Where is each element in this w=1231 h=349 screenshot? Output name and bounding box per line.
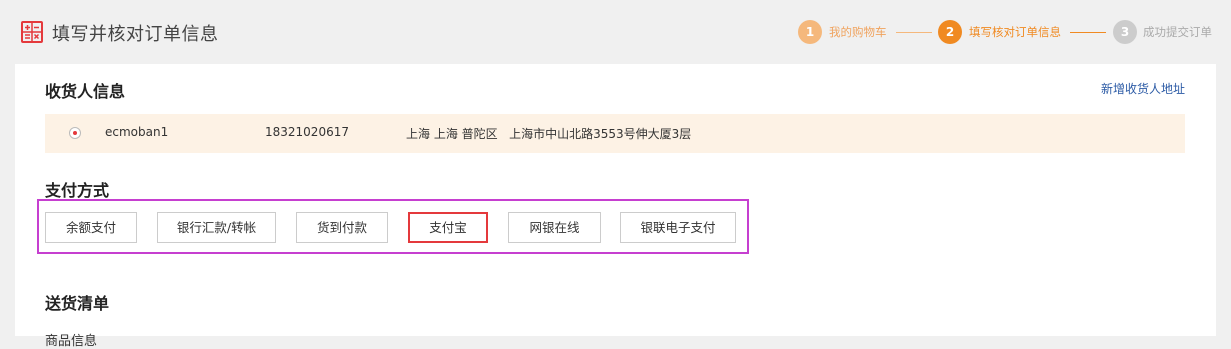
order-panel: 收货人信息 新增收货人地址 ecmoban1 18321020617 上海 上海… [15, 64, 1216, 349]
page-header: 填写并核对订单信息 1 我的购物车 2 填写核对订单信息 3 成功提交订单 [0, 0, 1231, 64]
pay-online-bank-button[interactable]: 网银在线 [508, 212, 601, 243]
receiver-phone: 18321020617 [265, 125, 349, 139]
receiver-name: ecmoban1 [105, 125, 169, 139]
goods-info-label: 商品信息 [45, 334, 98, 349]
step-2-label: 填写核对订单信息 [969, 25, 1061, 39]
step-connector-2 [1070, 32, 1106, 33]
receiver-address: 上海 上海 普陀区 上海市中山北路3553号伸大厦3层 [406, 127, 692, 141]
pay-bank-transfer-button[interactable]: 银行汇款/转帐 [157, 212, 276, 243]
step-1-number: 1 [798, 20, 822, 44]
page-title: 填写并核对订单信息 [52, 24, 219, 45]
step-3-label: 成功提交订单 [1143, 25, 1212, 39]
step-connector-1 [896, 32, 932, 33]
receiver-section-title: 收货人信息 [45, 82, 126, 101]
step-3-number: 3 [1113, 20, 1137, 44]
add-address-link[interactable]: 新增收货人地址 [1101, 80, 1185, 97]
pay-alipay-button[interactable]: 支付宝 [408, 212, 488, 243]
step-2-number: 2 [938, 20, 962, 44]
payment-section-title: 支付方式 [45, 181, 110, 200]
address-row[interactable]: ecmoban1 18321020617 上海 上海 普陀区 上海市中山北路35… [45, 114, 1185, 153]
delivery-section-title: 送货清单 [45, 294, 110, 313]
address-radio[interactable] [69, 127, 81, 139]
pay-cod-button[interactable]: 货到付款 [296, 212, 388, 243]
step-1-label[interactable]: 我的购物车 [829, 24, 887, 40]
pay-balance-button[interactable]: 余额支付 [45, 212, 137, 243]
calculator-icon [21, 21, 43, 43]
pay-unionpay-button[interactable]: 银联电子支付 [620, 212, 736, 243]
